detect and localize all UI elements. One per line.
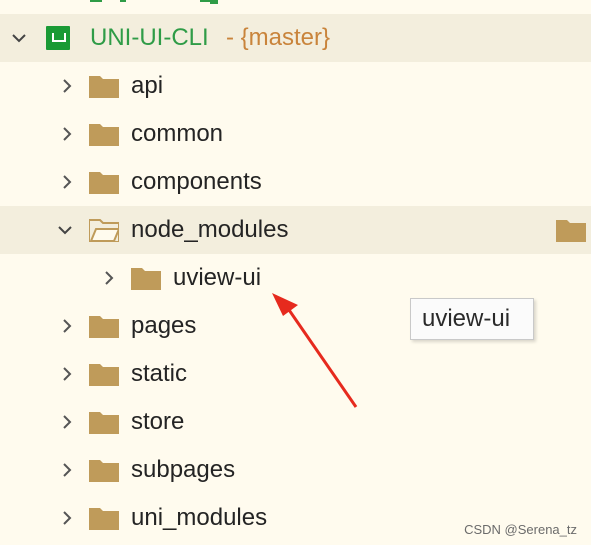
partial-tree-row bbox=[0, 0, 591, 6]
folder-icon bbox=[89, 410, 119, 434]
folder-icon bbox=[89, 74, 119, 98]
chevron-right-icon[interactable] bbox=[58, 413, 76, 431]
chevron-right-icon[interactable] bbox=[58, 125, 76, 143]
tree-item-label: store bbox=[131, 408, 185, 435]
project-name: UNI-UI-CLI bbox=[90, 24, 209, 51]
tree-item-label: node_modules bbox=[131, 216, 289, 243]
tree-item-components[interactable]: components bbox=[0, 158, 591, 206]
folder-icon bbox=[89, 122, 119, 146]
folder-icon bbox=[89, 314, 119, 338]
tooltip: uview-ui bbox=[410, 298, 534, 340]
tree-item-static[interactable]: static bbox=[0, 350, 591, 398]
tree-item-uview-ui[interactable]: uview-ui bbox=[0, 254, 591, 302]
folder-icon bbox=[89, 506, 119, 530]
folder-open-icon bbox=[89, 218, 119, 242]
folder-icon bbox=[89, 170, 119, 194]
tree-item-api[interactable]: api bbox=[0, 62, 591, 110]
tree-item-label: uview-ui bbox=[173, 264, 262, 291]
tree-item-store[interactable]: store bbox=[0, 398, 591, 446]
folder-icon bbox=[556, 218, 586, 242]
project-root-row[interactable]: UNI-UI-CLI - {master} bbox=[0, 14, 591, 62]
project-icon bbox=[46, 26, 70, 50]
chevron-right-icon[interactable] bbox=[58, 77, 76, 95]
tree-item-label: static bbox=[131, 360, 188, 387]
tree-item-label: pages bbox=[131, 312, 197, 339]
tree-item-label: subpages bbox=[131, 456, 236, 483]
chevron-right-icon[interactable] bbox=[58, 173, 76, 191]
folder-icon bbox=[89, 458, 119, 482]
tree-item-label: uni_modules bbox=[131, 504, 268, 531]
chevron-right-icon[interactable] bbox=[58, 461, 76, 479]
chevron-down-icon[interactable] bbox=[10, 29, 28, 47]
watermark: CSDN @Serena_tz bbox=[464, 522, 577, 537]
folder-icon bbox=[89, 362, 119, 386]
tree-item-node-modules[interactable]: node_modules bbox=[0, 206, 591, 254]
tree-item-label: api bbox=[131, 72, 164, 99]
chevron-right-icon[interactable] bbox=[58, 317, 76, 335]
chevron-right-icon[interactable] bbox=[100, 269, 118, 287]
tree-item-common[interactable]: common bbox=[0, 110, 591, 158]
tree-item-label: components bbox=[131, 168, 262, 195]
tree-item-label: common bbox=[131, 120, 224, 147]
folder-icon bbox=[131, 266, 161, 290]
tree-item-subpages[interactable]: subpages bbox=[0, 446, 591, 494]
project-branch: - {master} bbox=[226, 24, 331, 51]
chevron-right-icon[interactable] bbox=[58, 509, 76, 527]
chevron-right-icon[interactable] bbox=[58, 365, 76, 383]
chevron-down-icon[interactable] bbox=[56, 221, 74, 239]
